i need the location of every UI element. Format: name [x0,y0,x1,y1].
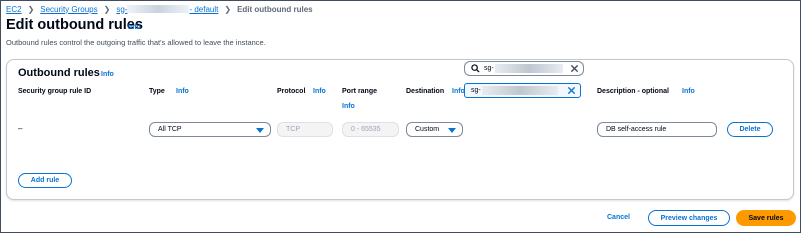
breadcrumb: EC2 ❯ Security Groups ❯ sg- - default ❯ E… [6,3,313,15]
destination-search-input[interactable]: sg- [464,61,584,76]
chevron-right-icon: ❯ [224,4,232,14]
breadcrumb-security-groups[interactable]: Security Groups [40,5,97,14]
destination-type-select[interactable]: Custom [406,122,463,137]
chevron-right-icon: ❯ [27,4,35,14]
preview-changes-button[interactable]: Preview changes [648,210,730,226]
breadcrumb-security-group[interactable]: sg- - default [116,5,218,14]
description-info-link[interactable]: Info [682,88,695,95]
chevron-right-icon: ❯ [103,4,111,14]
destination-token-value: sg- [471,87,481,94]
type-info-link[interactable]: Info [176,88,189,95]
col-rule-id: Security group rule ID [18,88,92,95]
save-rules-button[interactable]: Save rules [736,210,796,226]
page-title: Edit outbound rules [6,17,143,33]
destination-info-link[interactable]: Info [452,88,465,95]
sg-suffix: - default [189,4,219,14]
remove-token-icon[interactable] [567,86,576,95]
add-rule-button[interactable]: Add rule [18,173,72,188]
breadcrumb-ec2[interactable]: EC2 [6,5,22,14]
protocol-info-link[interactable]: Info [313,88,326,95]
rule-id-value: – [18,124,23,133]
description-input[interactable]: DB self-access rule [597,122,717,137]
breadcrumb-current: Edit outbound rules [237,4,313,14]
caret-down-icon [256,128,264,133]
port-range-info-link[interactable]: Info [342,103,355,110]
col-type: Type [149,88,165,95]
col-protocol: Protocol [277,88,306,95]
col-description: Description - optional [597,88,669,95]
type-select[interactable]: All TCP [149,122,271,137]
redacted-sg-id [494,64,563,73]
outbound-rules-panel: Outbound rules Info Security group rule … [6,59,794,200]
caret-down-icon [448,128,456,133]
panel-info-link[interactable]: Info [101,71,114,78]
col-destination: Destination [406,88,445,95]
protocol-input: TCP [277,122,333,137]
title-info-link[interactable]: Info [128,24,141,31]
delete-button[interactable]: Delete [727,122,773,137]
redacted-sg-id [127,5,190,14]
panel-title: Outbound rules [18,67,100,79]
destination-search-value: sg- [484,65,494,72]
col-port-range: Port range [342,88,378,95]
clear-icon[interactable] [570,64,579,73]
cancel-button[interactable]: Cancel [607,214,630,221]
destination-token: sg- [464,83,581,98]
type-select-value: All TCP [158,126,182,133]
redacted-sg-id [481,86,558,95]
sg-prefix: sg- [116,4,128,14]
page-description: Outbound rules control the outgoing traf… [6,38,266,47]
port-range-input: 0 - 65535 [342,122,399,137]
destination-type-value: Custom [415,126,440,133]
search-icon [471,64,480,73]
